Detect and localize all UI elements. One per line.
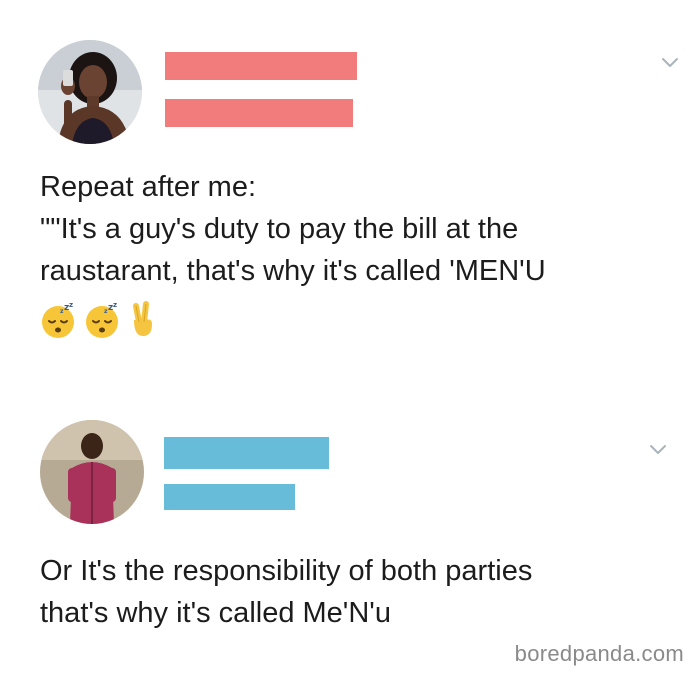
chevron-down-icon[interactable] [660, 56, 680, 70]
redacted-name [164, 437, 329, 469]
reply-text: Or It's the responsibility of both parti… [40, 550, 532, 634]
sleeping-face-icon: z z z [86, 301, 118, 338]
post-text-line: Or It's the responsibility of both parti… [40, 555, 533, 587]
svg-text:z: z [113, 301, 117, 309]
profile-photo-woman [38, 40, 142, 144]
victory-hand-icon [133, 301, 152, 336]
post-2: Or It's the responsibility of both parti… [0, 400, 700, 640]
post-text-line: raustarant, that's why it's called 'MEN'… [40, 255, 546, 287]
redacted-name [165, 52, 357, 80]
post-text-line: that's why it's called Me'N'u [40, 597, 391, 629]
sleeping-face-icon: z z z [42, 301, 74, 338]
emoji-row: z z z z z z [40, 300, 162, 340]
profile-photo-man [40, 420, 144, 524]
avatar[interactable] [38, 40, 142, 144]
svg-text:z: z [104, 308, 108, 315]
post-text: Repeat after me: ""It's a guy's duty to … [40, 166, 546, 292]
watermark: boredpanda.com [514, 641, 684, 666]
svg-text:z: z [60, 308, 64, 315]
avatar[interactable] [40, 420, 144, 524]
redacted-handle [164, 484, 295, 510]
post-text-line: ""It's a guy's duty to pay the bill at t… [40, 213, 519, 245]
post-text-line: Repeat after me: [40, 171, 256, 203]
post-1: Repeat after me: ""It's a guy's duty to … [0, 0, 700, 400]
chevron-down-icon[interactable] [648, 443, 668, 457]
svg-text:z: z [69, 301, 73, 309]
redacted-handle [165, 99, 353, 127]
